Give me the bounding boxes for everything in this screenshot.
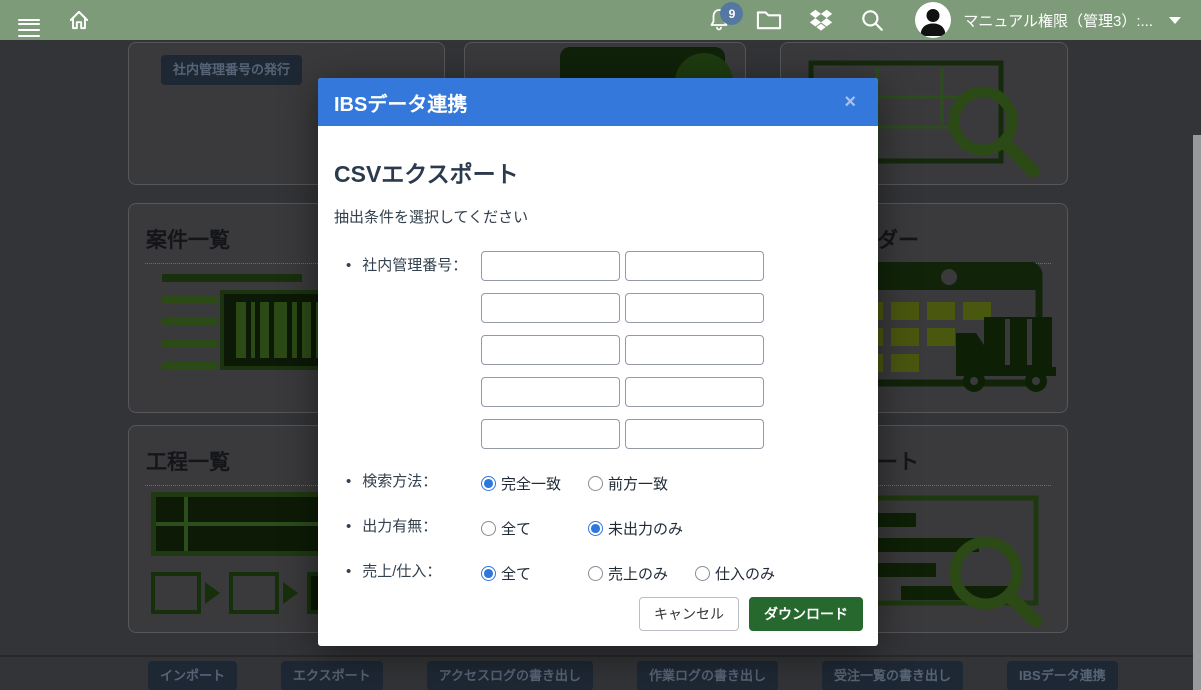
- export-button[interactable]: エクスポート: [281, 661, 383, 690]
- radio-option-prefix-match[interactable]: 前方一致: [588, 473, 695, 494]
- radio-label: 仕入のみ: [715, 563, 775, 584]
- download-button[interactable]: ダウンロード: [749, 597, 863, 631]
- kanri-number-input-1b[interactable]: [625, 251, 764, 281]
- search-button[interactable]: [859, 7, 885, 33]
- dropbox-button[interactable]: [807, 7, 835, 33]
- kanri-number-input-4a[interactable]: [481, 377, 620, 407]
- import-button[interactable]: インポート: [148, 661, 237, 690]
- radio-icon: [481, 476, 496, 491]
- search-icon: [859, 7, 885, 33]
- radio-option-purchase-only[interactable]: 仕入のみ: [695, 563, 775, 584]
- home-button[interactable]: [66, 7, 92, 33]
- issue-kanri-number-button[interactable]: 社内管理番号の発行: [161, 55, 302, 85]
- kanri-number-input-2b[interactable]: [625, 293, 764, 323]
- radio-option-not-output-only[interactable]: 未出力のみ: [588, 518, 695, 539]
- radio-label: 全て: [501, 518, 531, 539]
- kanri-number-input-3b[interactable]: [625, 335, 764, 365]
- kanri-number-inputs: [481, 251, 764, 449]
- kanri-number-input-5b[interactable]: [625, 419, 764, 449]
- radio-icon: [481, 521, 496, 536]
- kanri-number-input-4b[interactable]: [625, 377, 764, 407]
- modal-body: CSVエクスポート 抽出条件を選択してください 社内管理番号：: [318, 126, 878, 646]
- sales-purchase-row: 売上/仕入： 全て 売上のみ 仕入のみ: [334, 563, 862, 584]
- radio-icon: [588, 566, 603, 581]
- menu-button[interactable]: [18, 15, 40, 25]
- user-label: マニュアル権限（管理3）:...: [963, 10, 1153, 31]
- search-method-label: 検索方法：: [346, 473, 481, 490]
- output-status-row: 出力有無： 全て 未出力のみ: [334, 518, 862, 539]
- hamburger-icon: [18, 19, 40, 21]
- files-button[interactable]: [755, 8, 783, 32]
- radio-option-all[interactable]: 全て: [481, 563, 588, 584]
- dropbox-icon: [807, 7, 835, 33]
- kanri-number-input-2a[interactable]: [481, 293, 620, 323]
- kanri-number-field-row: 社内管理番号：: [334, 251, 862, 449]
- output-status-label: 出力有無：: [346, 518, 481, 535]
- chevron-down-icon: [1169, 17, 1181, 24]
- modal-header: IBSデータ連携 ×: [318, 78, 878, 126]
- scrollbar-thumb[interactable]: [1193, 135, 1201, 690]
- footer-divider: [0, 655, 1201, 657]
- kanri-number-input-1a[interactable]: [481, 251, 620, 281]
- sales-purchase-label: 売上/仕入：: [346, 563, 481, 580]
- radio-option-exact-match[interactable]: 完全一致: [481, 473, 588, 494]
- home-icon: [66, 7, 92, 33]
- instruction-text: 抽出条件を選択してください: [334, 206, 862, 227]
- modal-footer: キャンセル ダウンロード: [639, 597, 863, 631]
- radio-label: 完全一致: [501, 473, 561, 494]
- cancel-button[interactable]: キャンセル: [639, 597, 739, 631]
- radio-icon: [481, 566, 496, 581]
- user-menu[interactable]: マニュアル権限（管理3）:...: [909, 1, 1187, 39]
- kanri-number-label: 社内管理番号：: [346, 251, 481, 281]
- order-list-export-button[interactable]: 受注一覧の書き出し: [822, 661, 963, 690]
- radio-icon: [588, 476, 603, 491]
- radio-label: 前方一致: [608, 473, 668, 494]
- top-navbar: 9: [0, 0, 1201, 40]
- screen: 社内管理番号の発行 案件一覧: [0, 0, 1201, 690]
- radio-icon: [588, 521, 603, 536]
- radio-icon: [695, 566, 710, 581]
- search-method-row: 検索方法： 完全一致 前方一致: [334, 473, 862, 494]
- radio-label: 全て: [501, 563, 531, 584]
- notifications-button[interactable]: 9: [707, 7, 731, 33]
- radio-label: 未出力のみ: [608, 518, 683, 539]
- ibs-data-link-button[interactable]: IBSデータ連携: [1007, 661, 1118, 690]
- avatar: [915, 2, 951, 38]
- radio-option-all-output[interactable]: 全て: [481, 518, 588, 539]
- modal-title: IBSデータ連携: [334, 88, 467, 117]
- radio-label: 売上のみ: [608, 563, 668, 584]
- kanri-number-input-5a[interactable]: [481, 419, 620, 449]
- work-log-export-button[interactable]: 作業ログの書き出し: [637, 661, 778, 690]
- ibs-data-link-modal: IBSデータ連携 × CSVエクスポート 抽出条件を選択してください 社内管理番…: [318, 78, 878, 646]
- radio-option-sales-only[interactable]: 売上のみ: [588, 563, 695, 584]
- admin-actions-row: インポート エクスポート アクセスログの書き出し 作業ログの書き出し 受注一覧の…: [148, 661, 1118, 690]
- csv-export-heading: CSVエクスポート: [334, 155, 862, 189]
- notification-badge: 9: [720, 2, 743, 25]
- folder-icon: [755, 8, 783, 32]
- close-icon[interactable]: ×: [838, 91, 862, 113]
- access-log-export-button[interactable]: アクセスログの書き出し: [427, 661, 593, 690]
- kanri-number-input-3a[interactable]: [481, 335, 620, 365]
